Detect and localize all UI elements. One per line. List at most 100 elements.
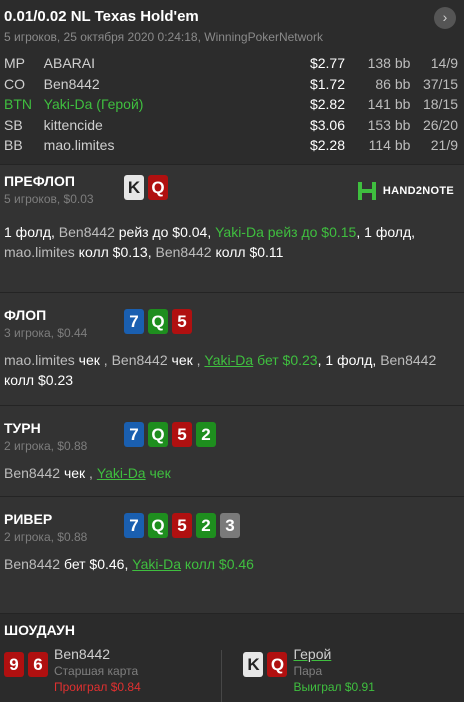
street-title: ТУРН	[4, 420, 41, 436]
player-nick: Yaki-Da (Герой)	[43, 96, 144, 113]
player-position: CO	[4, 75, 25, 92]
showdown-hand: Старшая карта	[54, 664, 139, 678]
player-row[interactable]: MP ABARAI $2.77 138 bb 14/9	[4, 53, 458, 74]
player-stack: $3.06	[309, 116, 345, 133]
player-stats: 21/9	[430, 137, 458, 154]
action-hero-text: колл $0.46	[181, 556, 254, 572]
showdown-player-villain[interactable]: 9 6 Ben8442 Старшая карта Проиграл $0.84	[4, 646, 221, 702]
player-row-hero[interactable]: BTN Yaki-Da (Герой) $2.82 141 bb 18/15	[4, 94, 458, 115]
action-player[interactable]: Ben8442	[156, 244, 212, 260]
action-player[interactable]: Ben8442	[59, 224, 115, 240]
showdown-player-hero[interactable]: K Q Герой Пара Выиграл $0.91	[243, 646, 460, 702]
hand-header: 0.01/0.02 NL Texas Hold'em 5 игроков, 25…	[0, 0, 464, 164]
showdown-result: Проиграл $0.84	[54, 680, 141, 694]
hand-title: 0.01/0.02 NL Texas Hold'em	[4, 8, 199, 25]
card: Q	[148, 309, 168, 334]
hand2note-logo: HAND2NOTE	[357, 181, 454, 201]
action-separator: ,	[85, 465, 97, 481]
action-text: 1 фолд,	[4, 224, 59, 240]
street-flop: ФЛОП 3 игрока, $0.44 7 Q 5 mao.limites ч…	[0, 292, 464, 405]
street-subtitle: 2 игрока, $0.88	[4, 439, 88, 453]
street-actions: Ben8442 чек , Yaki-Da чек	[0, 463, 464, 483]
showdown-hand: Пара	[293, 664, 323, 678]
street-turn: ТУРН 2 игрока, $0.88 7 Q 5 2 Ben8442 чек…	[0, 405, 464, 496]
player-stats: 26/20	[422, 116, 458, 133]
action-hero[interactable]: Yaki-Da	[97, 465, 146, 481]
player-stack: $2.28	[309, 137, 345, 154]
showdown-cards: K Q	[243, 652, 288, 677]
board-cards: 7 Q 5	[124, 309, 192, 334]
board-cards: 7 Q 5 2	[124, 422, 216, 447]
action-text: чек	[60, 465, 86, 481]
action-text: чек	[167, 352, 193, 368]
card: Q	[148, 513, 168, 538]
street-title: ПРЕФЛОП	[4, 173, 75, 189]
player-nick: kittencide	[43, 116, 103, 133]
player-row[interactable]: SB kittencide $3.06 153 bb 26/20	[4, 115, 458, 136]
action-separator: ,	[99, 352, 112, 368]
card: 5	[172, 422, 192, 447]
street-actions: 1 фолд, Ben8442 рейз до $0.04, Yaki-Da р…	[0, 222, 464, 262]
action-text: колл $0.11	[211, 244, 284, 260]
action-player[interactable]: Ben8442	[4, 465, 60, 481]
hero-cards: K Q	[124, 175, 168, 200]
action-hero-text: рейз до $0.15	[263, 224, 357, 240]
player-position: BB	[4, 137, 23, 154]
player-stack-bb: 114 bb	[368, 137, 411, 154]
card: 5	[172, 309, 192, 334]
player-stack: $1.72	[309, 75, 345, 92]
street-subtitle: 2 игрока, $0.88	[4, 530, 88, 544]
showdown-title: ШОУДАУН	[4, 622, 75, 638]
action-text: чек	[74, 352, 100, 368]
street-title: РИВЕР	[4, 511, 53, 527]
action-player[interactable]: mao.limites	[4, 352, 75, 368]
action-text: , 1 фолд,	[356, 224, 416, 240]
showdown-nick[interactable]: Герой	[293, 646, 374, 662]
action-text: бет $0.46	[60, 556, 125, 572]
action-player[interactable]: Ben8442	[380, 352, 436, 368]
player-position: MP	[4, 55, 25, 72]
player-row[interactable]: BB mao.limites $2.28 114 bb 21/9	[4, 135, 458, 156]
player-stats: 37/15	[422, 75, 458, 92]
card: K	[243, 652, 264, 677]
street-actions: Ben8442 бет $0.46, Yaki-Da колл $0.46	[0, 554, 464, 574]
player-nick: mao.limites	[43, 137, 115, 154]
action-hero[interactable]: Yaki-Da	[215, 224, 264, 240]
player-nick: ABARAI	[43, 55, 96, 72]
card: 7	[124, 513, 144, 538]
card: 6	[28, 652, 48, 677]
showdown-nick: Ben8442	[54, 646, 111, 662]
action-player[interactable]: Ben8442	[4, 556, 60, 572]
showdown-result: Выиграл $0.91	[293, 680, 375, 694]
action-text: рейз до $0.04,	[114, 224, 216, 240]
card: K	[124, 175, 144, 200]
card: Q	[148, 422, 168, 447]
player-stack: $2.82	[309, 96, 345, 113]
player-nick: Ben8442	[43, 75, 100, 92]
action-hero[interactable]: Yaki-Da	[132, 556, 181, 572]
card: 3	[220, 513, 240, 538]
showdown-cards: 9 6	[4, 652, 48, 677]
action-player[interactable]: mao.limites	[4, 244, 75, 260]
street-subtitle: 3 игрока, $0.44	[4, 326, 88, 340]
card: 7	[124, 309, 144, 334]
player-position: SB	[4, 116, 23, 133]
hand2note-icon	[357, 182, 376, 200]
showdown-section: ШОУДАУН 9 6 Ben8442 Старшая карта Проигр…	[0, 613, 464, 702]
player-stack-bb: 138 bb	[367, 55, 411, 72]
card: Q	[148, 175, 168, 200]
card: 7	[124, 422, 144, 447]
players-table: MP ABARAI $2.77 138 bb 14/9 CO Ben8442 $…	[4, 53, 458, 156]
street-river: РИВЕР 2 игрока, $0.88 7 Q 5 2 3 Ben8442 …	[0, 496, 464, 613]
street-actions: mao.limites чек , Ben8442 чек , Yaki-Da …	[0, 350, 464, 390]
card: 9	[4, 652, 24, 677]
chevron-right-icon[interactable]: ›	[434, 7, 456, 29]
action-hero[interactable]: Yaki-Da	[204, 352, 253, 368]
action-player[interactable]: Ben8442	[112, 352, 168, 368]
street-title: ФЛОП	[4, 307, 47, 323]
player-row[interactable]: CO Ben8442 $1.72 86 bb 37/15	[4, 74, 458, 95]
action-hero-text: бет $0.23	[253, 352, 318, 368]
divider	[220, 650, 222, 702]
player-position: BTN	[4, 96, 32, 113]
player-stats: 18/15	[422, 96, 458, 113]
